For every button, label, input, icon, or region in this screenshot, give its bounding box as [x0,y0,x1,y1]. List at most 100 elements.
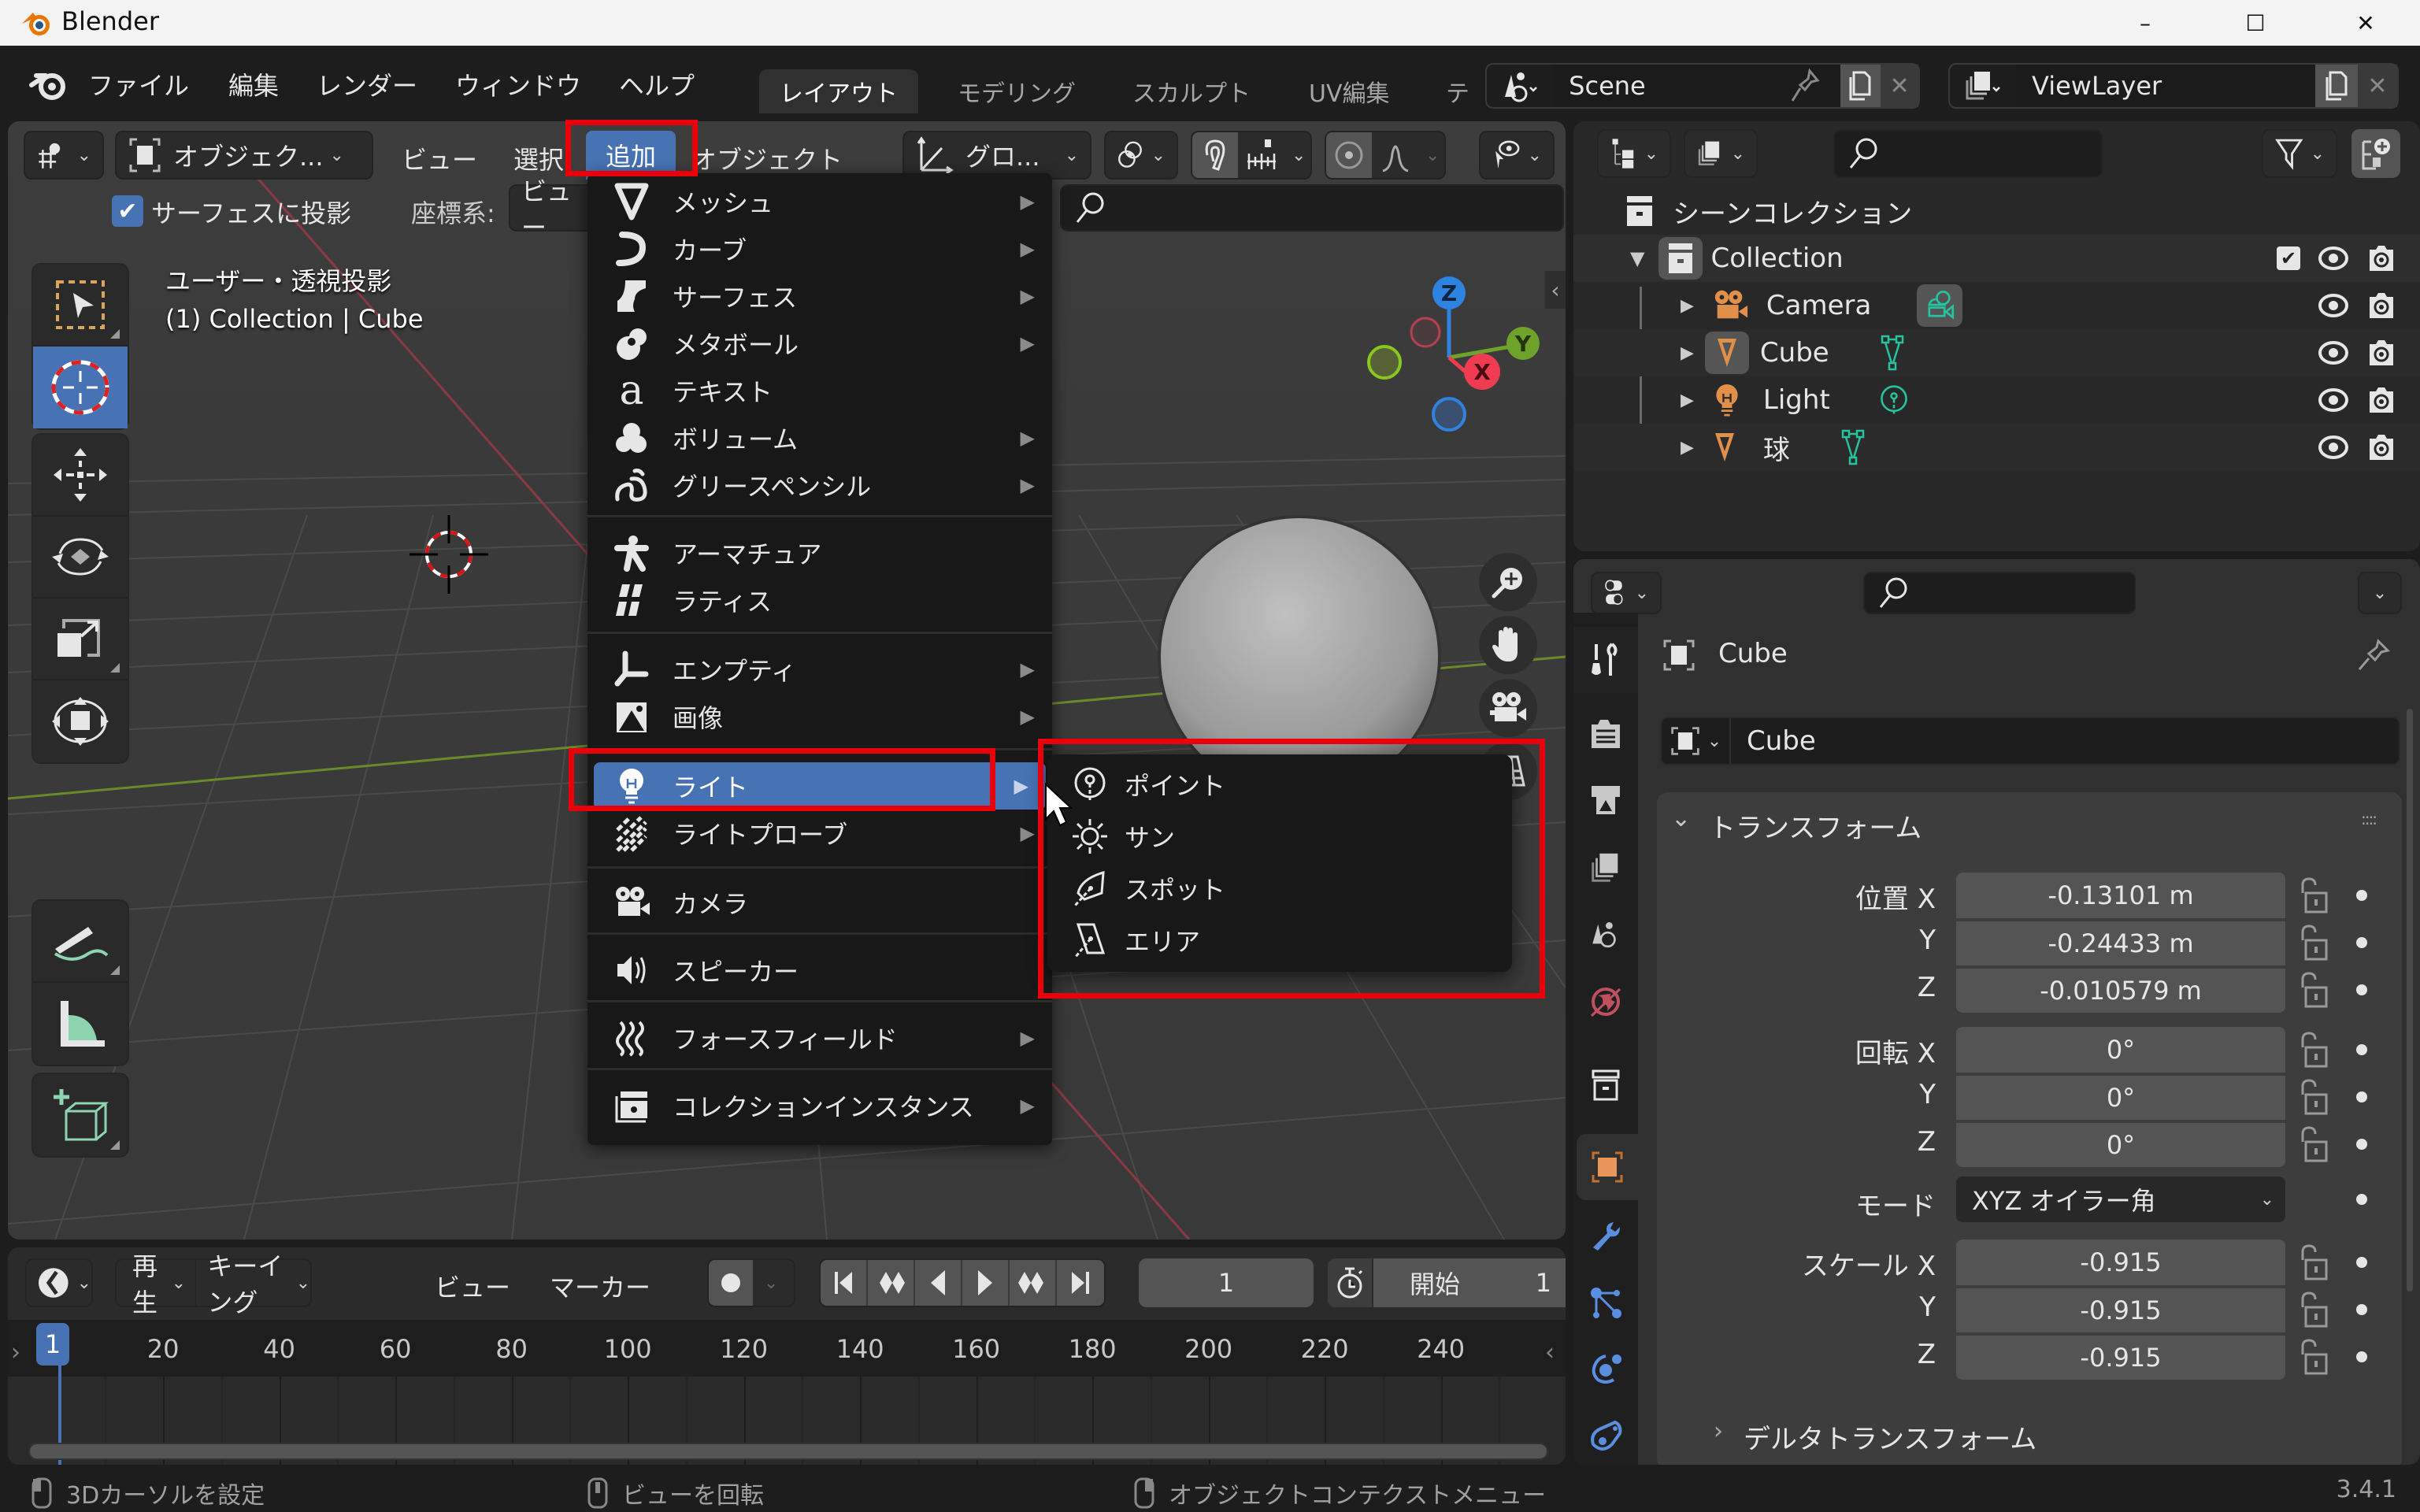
outliner-row-cube[interactable]: ▶ Cube [1573,329,2420,376]
blender-menu-icon[interactable] [28,66,68,101]
add-menu-item-image[interactable]: 画像 ▶ [587,693,1052,740]
preview-range-toggle[interactable] [1328,1258,1373,1307]
outliner-row-camera[interactable]: ▶ Camera [1573,282,2420,329]
pan-view-button[interactable] [1479,616,1537,674]
rotation-x-field[interactable]: 0° [1956,1027,2285,1073]
minimize-button[interactable]: – [2090,0,2200,46]
scale-tool[interactable] [33,598,128,680]
keyframe-dot[interactable] [2356,1257,2367,1268]
pin-icon[interactable] [1789,68,1821,104]
keyframe-dot[interactable] [2356,1044,2367,1055]
exclude-checkbox[interactable]: ✔ [2277,246,2300,270]
add-menu-item-collection-instance[interactable]: コレクションインスタンス ▶ [587,1082,1052,1129]
new-collection-button[interactable] [2351,129,2400,178]
delta-transform-panel-title[interactable]: デルタトランスフォーム [1744,1418,2036,1456]
location-y-field[interactable]: -0.24433 m [1956,920,2285,965]
add-menu-item-mesh[interactable]: メッシュ ▶ [587,178,1052,225]
render-camera-icon[interactable] [2366,338,2396,368]
add-menu-item-text[interactable]: a テキスト [587,367,1052,414]
add-menu-item-armature[interactable]: アーマチュア [587,529,1052,576]
render-camera-icon[interactable] [2366,432,2396,462]
expand-triangle-icon[interactable]: ▶ [1681,438,1694,458]
eye-icon[interactable] [2318,246,2349,271]
sphere-object[interactable] [1150,507,1449,767]
tab-constraints[interactable] [1573,1403,1638,1465]
scale-z-field[interactable]: -0.915 [1956,1334,2285,1380]
transform-orientation-selector[interactable]: グロ... ⌄ [902,131,1091,180]
add-menu-item-lattice[interactable]: ラティス [587,576,1052,624]
panel-expand-icon[interactable]: › [1714,1418,1723,1445]
light-submenu-item-spot[interactable]: スポット [1047,863,1512,914]
add-menu-item-camera[interactable]: カメラ [587,879,1052,926]
view-layer-browse-button[interactable] [1950,65,2016,107]
gizmo-neg-x[interactable] [1410,317,1441,348]
auto-keying-toggle[interactable] [709,1260,753,1306]
tab-render[interactable] [1573,701,1638,767]
keyframe-dot[interactable] [2356,890,2367,901]
keyframe-dot[interactable] [2356,984,2367,995]
menu-help[interactable]: ヘルプ [619,66,695,102]
viewport-search[interactable] [1060,184,1564,232]
gizmo-neg-z[interactable] [1432,397,1466,432]
camera-view-button[interactable] [1479,679,1537,737]
jump-to-start-button[interactable] [821,1260,868,1306]
panel-collapse-icon[interactable]: ⌄ [1671,805,1691,832]
expand-left-icon[interactable]: › [11,1339,20,1366]
tab-collection[interactable] [1573,1052,1638,1118]
expand-right-icon[interactable]: ‹ [1545,1339,1555,1366]
unlock-icon[interactable] [2298,1292,2329,1329]
add-menu-item-grease-pencil[interactable]: グリースペンシル ▶ [587,461,1052,509]
proportional-editing-toggle[interactable] [1326,132,1372,178]
transform-tool[interactable] [33,680,128,762]
display-mode-selector[interactable]: ⌄ [1597,129,1671,178]
tab-view-layer[interactable] [1573,835,1638,901]
current-frame-field[interactable]: 1 [1139,1258,1314,1307]
unlock-icon[interactable] [2298,1244,2329,1282]
scale-y-field[interactable]: -0.915 [1956,1287,2285,1332]
object-name-input[interactable]: Cube [1747,725,1816,757]
eye-icon[interactable] [2318,387,2349,413]
pivot-point-selector[interactable]: ⌄ [1104,131,1178,180]
light-submenu-item-sun[interactable]: サン [1047,811,1512,862]
camera-data-icon[interactable] [1917,284,1962,327]
jump-to-keyframe-next-button[interactable] [1010,1260,1057,1306]
playback-menu[interactable]: 再生 [117,1247,172,1319]
keyframe-dot[interactable] [2356,1351,2367,1362]
outliner-row-scene-collection[interactable]: シーンコレクション [1573,187,2420,235]
menu-edit[interactable]: 編集 [228,66,279,102]
add-cube-tool[interactable] [33,1074,128,1156]
light-submenu-item-point[interactable]: ポイント [1047,759,1512,810]
unlock-icon[interactable] [2298,1079,2329,1117]
delete-scene-button[interactable]: ✕ [1881,65,1918,107]
light-data-icon[interactable] [1879,382,1909,418]
menu-file[interactable]: ファイル [88,66,189,102]
outliner-row-collection[interactable]: ▼ Collection ✔ [1573,235,2420,282]
cursor-tool[interactable] [33,346,128,428]
tab-layout[interactable]: レイアウト [759,69,918,113]
object-visibility-selector[interactable]: ⌄ [1479,131,1555,180]
add-menu-item-volume[interactable]: ボリューム ▶ [587,414,1052,461]
mesh-data-icon[interactable] [1841,429,1865,465]
eye-icon[interactable] [2318,435,2349,460]
view-layer-name-field[interactable]: ViewLayer [2016,65,2315,107]
render-camera-icon[interactable] [2366,385,2396,415]
move-tool[interactable] [33,435,128,517]
measure-tool[interactable] [33,983,128,1065]
frame-start-field[interactable]: 開始 1 [1328,1258,1566,1307]
light-submenu-item-area[interactable]: エリア [1047,915,1512,965]
unlock-icon[interactable] [2298,1339,2329,1377]
rotation-mode-select[interactable]: XYZ オイラー角 ⌄ [1956,1177,2285,1222]
keyframe-dot[interactable] [2356,1304,2367,1315]
outliner-search-input[interactable] [1833,129,2103,178]
add-menu-item-light[interactable]: ライト ▶ [594,762,1046,810]
rotation-y-field[interactable]: 0° [1956,1074,2285,1120]
keyframe-dot[interactable] [2356,1194,2367,1205]
collapse-triangle-icon[interactable]: ▼ [1630,247,1644,269]
play-button[interactable] [962,1260,1010,1306]
scale-x-field[interactable]: -0.915 [1956,1240,2285,1285]
view-menu[interactable]: ビュー [402,140,477,176]
mesh-data-icon[interactable] [1881,335,1904,371]
jump-to-keyframe-prev-button[interactable] [868,1260,915,1306]
tab-tool[interactable] [1573,627,1638,693]
playhead-frame-indicator[interactable]: 1 [36,1323,69,1366]
